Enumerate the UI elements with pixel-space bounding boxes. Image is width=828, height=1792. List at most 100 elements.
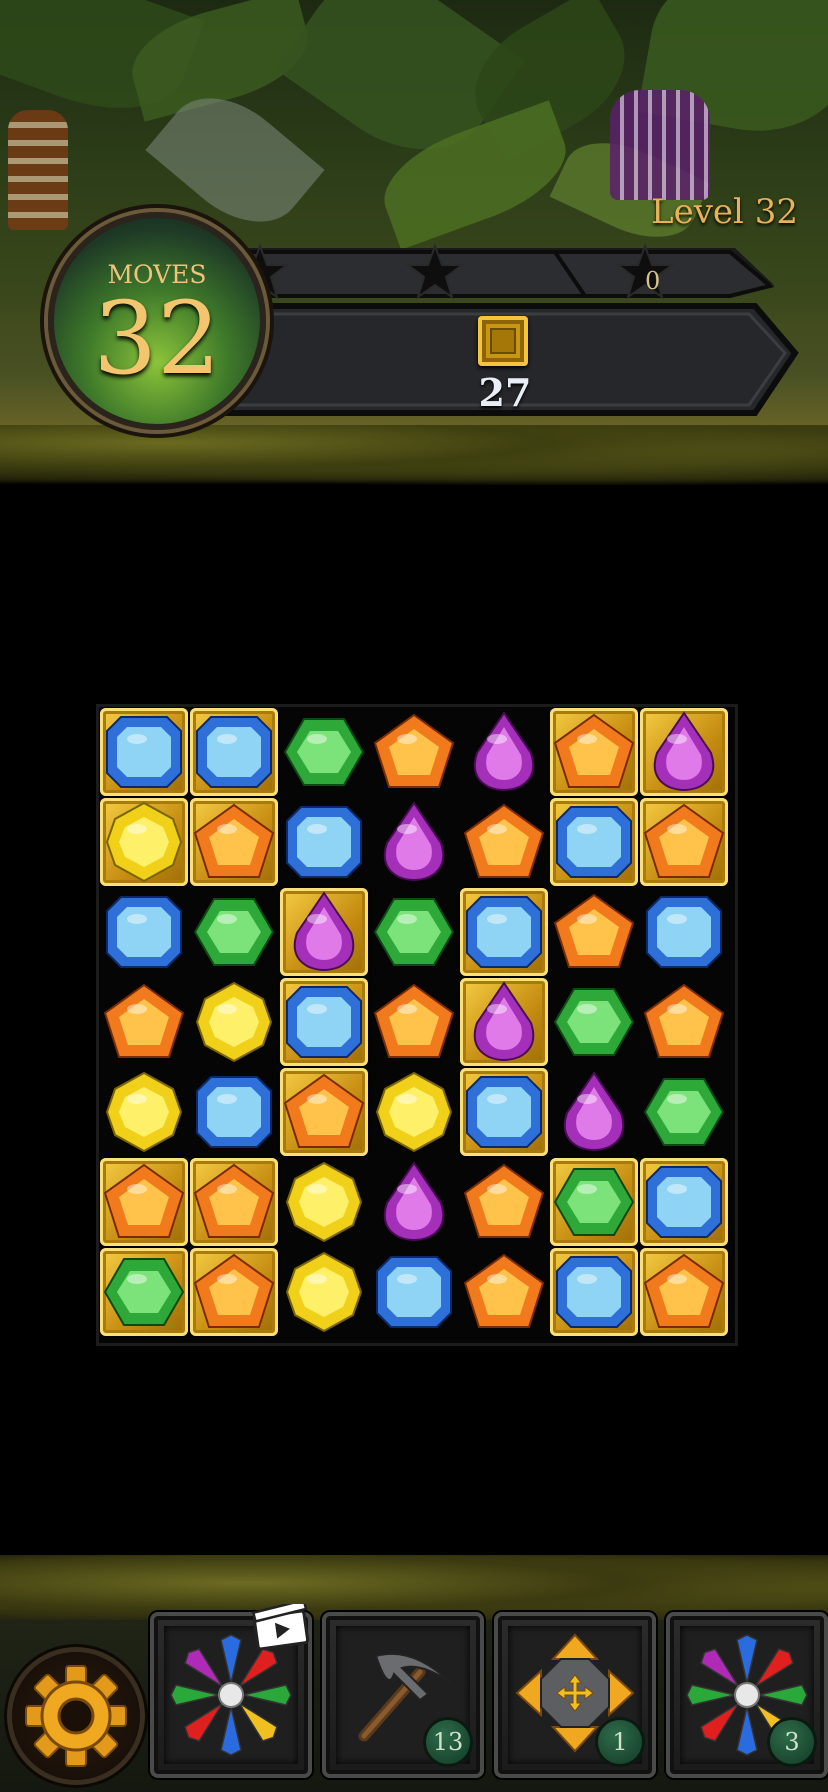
tiki-totem-right [610,90,710,200]
board-cell[interactable] [279,887,369,977]
board-cell[interactable] [459,887,549,977]
yellow-gem-icon [105,801,183,883]
board-cell[interactable] [639,887,729,977]
board-cell[interactable] [189,1247,279,1337]
board-cell[interactable] [99,887,189,977]
board-cell[interactable] [369,707,459,797]
shuffle-count-badge: 1 [598,1720,642,1764]
board-cell[interactable] [549,977,639,1067]
board-cell[interactable] [189,977,279,1067]
board-cell[interactable] [189,1067,279,1157]
board-cell[interactable] [549,1067,639,1157]
board-cell[interactable] [99,1067,189,1157]
yellow-gem-icon [375,1071,453,1153]
orange-gem-icon [463,1253,545,1328]
level-label: Level 32 [651,192,798,232]
board-cell[interactable] [279,1157,369,1247]
blue-gem-icon [106,716,182,788]
moss-border-top [0,425,828,485]
star-2-icon [405,243,465,300]
board-cell[interactable] [99,1157,189,1247]
orange-gem-icon [643,1253,725,1328]
pickaxe-count-badge: 13 [426,1720,470,1764]
blue-gem-icon [376,1256,452,1328]
yellow-gem-icon [105,1071,183,1153]
board-cell[interactable] [369,1157,459,1247]
board-cell[interactable] [639,707,729,797]
yellow-gem-icon [285,1161,363,1243]
board-cell[interactable] [549,1247,639,1337]
board-cell[interactable] [549,797,639,887]
board-cell[interactable] [639,1157,729,1247]
orange-gem-icon [553,893,635,968]
board-cell[interactable] [279,977,369,1067]
blue-gem-icon [646,1166,722,1238]
board-cell[interactable] [189,1157,279,1247]
board-cell[interactable] [459,1247,549,1337]
yellow-gem-icon [195,981,273,1063]
board-cell[interactable] [549,887,639,977]
orange-gem-icon [103,983,185,1058]
booster-flower-bomb-2[interactable]: 3 [666,1612,828,1778]
board-cell[interactable] [459,797,549,887]
board-cell[interactable] [189,797,279,887]
green-gem-icon [103,1258,185,1326]
purple-gem-icon [653,711,715,791]
board-cell[interactable] [639,1067,729,1157]
board-cell[interactable] [369,977,459,1067]
blue-gem-icon [106,896,182,968]
blue-gem-icon [556,1256,632,1328]
board-cell[interactable] [279,1247,369,1337]
board-cell[interactable] [189,887,279,977]
board-cell[interactable] [369,1247,459,1337]
board-cell[interactable] [459,1067,549,1157]
purple-gem-icon [473,711,535,791]
orange-gem-icon [283,1073,365,1148]
watch-video-icon[interactable] [250,1604,312,1650]
purple-gem-icon [563,1071,625,1151]
board-cell[interactable] [639,1247,729,1337]
board-cell[interactable] [459,707,549,797]
green-gem-icon [643,1078,725,1146]
booster-shuffle[interactable]: 1 [494,1612,656,1778]
board-cell[interactable] [639,797,729,887]
board-cell[interactable] [639,977,729,1067]
flower-bomb-count-badge: 3 [770,1720,814,1764]
board-cell[interactable] [279,707,369,797]
yellow-gem-icon [285,1251,363,1333]
blue-gem-icon [286,986,362,1058]
orange-gem-icon [193,803,275,878]
board-cell[interactable] [189,707,279,797]
gold-tile-icon [478,316,528,366]
board-cell[interactable] [279,797,369,887]
booster-pickaxe[interactable]: 13 [322,1612,484,1778]
board-cell[interactable] [99,977,189,1067]
orange-gem-icon [643,803,725,878]
board-cell[interactable] [369,1067,459,1157]
purple-gem-icon [293,891,355,971]
green-gem-icon [553,1168,635,1236]
board-cell[interactable] [99,1247,189,1337]
board-cell[interactable] [549,1157,639,1247]
board-cell[interactable] [459,977,549,1067]
board-cell[interactable] [369,797,459,887]
orange-gem-icon [193,1163,275,1238]
board-cell[interactable] [459,1157,549,1247]
orange-gem-icon [193,1253,275,1328]
orange-gem-icon [553,713,635,788]
board-cell[interactable] [369,887,459,977]
green-gem-icon [553,988,635,1056]
score-value: 0 [645,267,661,295]
blue-gem-icon [196,1076,272,1148]
blue-gem-icon [646,896,722,968]
board-cell[interactable] [549,707,639,797]
purple-gem-icon [383,1161,445,1241]
settings-button[interactable] [12,1652,140,1780]
orange-gem-icon [643,983,725,1058]
orange-gem-icon [373,713,455,788]
moves-value: 32 [93,280,221,397]
board-cell[interactable] [99,797,189,887]
board-cell[interactable] [99,707,189,797]
board-cell[interactable] [279,1067,369,1157]
blue-gem-icon [466,1076,542,1148]
